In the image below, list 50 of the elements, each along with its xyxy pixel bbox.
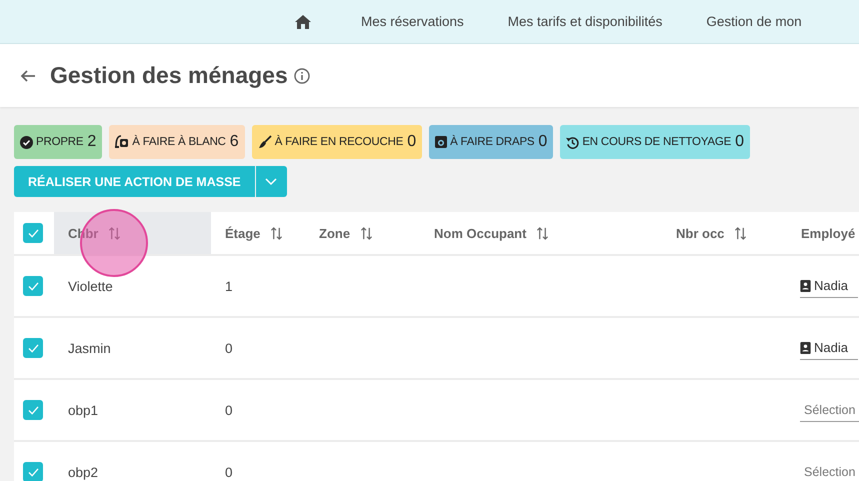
status-filter-chip[interactable]: EN COURS DE NETTOYAGE 0 xyxy=(560,125,750,159)
home-icon[interactable] xyxy=(295,14,311,28)
check-icon xyxy=(28,468,38,476)
employee-select[interactable]: Nadia xyxy=(800,336,858,360)
select-all-checkbox[interactable] xyxy=(23,223,43,243)
check-icon xyxy=(28,228,38,238)
check-icon xyxy=(28,344,38,352)
nav-link[interactable]: Mes tarifs et disponibilités xyxy=(508,14,662,29)
page-title: Gestion des ménages xyxy=(50,62,288,89)
nav-link[interactable]: Gestion de mon xyxy=(706,14,802,29)
sort-icon[interactable] xyxy=(360,226,374,240)
room-name: obp2 xyxy=(68,464,98,480)
employee-select[interactable]: Sélection xyxy=(800,460,859,481)
sort-icon[interactable] xyxy=(536,226,550,240)
column-header[interactable]: Employé xyxy=(787,212,859,254)
back-arrow-icon[interactable] xyxy=(20,68,36,84)
check-icon xyxy=(28,406,38,414)
status-filter-chip[interactable]: À FAIRE DRAPS 0 xyxy=(429,125,554,159)
check-circle-icon xyxy=(20,136,33,148)
status-filter-chip[interactable]: À FAIRE EN RECOUCHE 0 xyxy=(252,125,422,159)
floor-number: 0 xyxy=(225,464,233,480)
column-header[interactable]: Nom Occupant xyxy=(420,212,662,254)
check-icon xyxy=(28,282,38,290)
room-name: Jasmin xyxy=(68,340,111,356)
chevron-down-icon xyxy=(265,178,278,186)
column-header[interactable]: Étage xyxy=(211,212,305,254)
sort-icon[interactable] xyxy=(270,226,284,240)
row-checkbox[interactable] xyxy=(23,400,43,420)
room-name: Violette xyxy=(68,278,113,294)
history-icon xyxy=(566,136,580,148)
floor-number: 0 xyxy=(225,402,233,418)
employee-select[interactable]: Sélection xyxy=(800,398,859,422)
floor-number: 1 xyxy=(225,278,233,294)
contact-card-icon xyxy=(800,280,811,292)
column-header[interactable]: Nbr occ xyxy=(662,212,787,254)
employee-select[interactable]: Nadia xyxy=(800,274,858,298)
column-header[interactable]: Zone xyxy=(305,212,420,254)
floor-number: 0 xyxy=(225,340,233,356)
status-filter-chip[interactable]: À FAIRE À BLANC 6 xyxy=(109,125,245,159)
brush-icon xyxy=(258,135,272,149)
contact-card-icon xyxy=(800,342,811,354)
row-checkbox[interactable] xyxy=(23,338,43,358)
row-checkbox[interactable] xyxy=(23,462,43,481)
status-filter-chip[interactable]: PROPRE 2 xyxy=(14,125,102,159)
room-name: obp1 xyxy=(68,402,98,418)
sort-icon[interactable] xyxy=(734,226,748,240)
info-icon[interactable] xyxy=(294,68,310,84)
washing-machine-icon xyxy=(435,136,448,148)
row-checkbox[interactable] xyxy=(23,276,43,296)
nav-link[interactable]: Mes réservations xyxy=(361,14,464,29)
